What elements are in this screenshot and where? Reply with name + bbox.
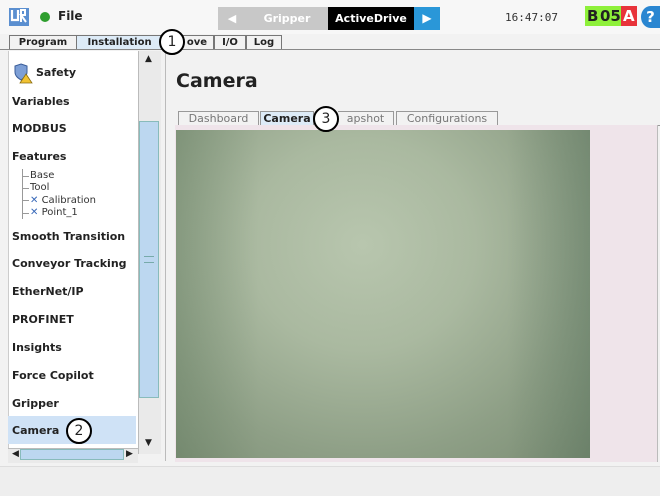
sidebar-item-modbus[interactable]: MODBUS bbox=[12, 122, 67, 135]
callout-2: 2 bbox=[66, 418, 92, 444]
subtab-dashboard[interactable]: Dashboard bbox=[178, 111, 259, 126]
tab-move[interactable]: ove bbox=[180, 35, 214, 50]
sidebar-item-safety[interactable]: Safety bbox=[36, 66, 76, 79]
feature-point-1-label: Point_1 bbox=[41, 207, 78, 218]
x-icon: ✕ bbox=[30, 195, 39, 206]
subtab-snapshot[interactable]: apshot bbox=[338, 111, 394, 126]
tab-log[interactable]: Log bbox=[246, 35, 282, 50]
tab-io[interactable]: I/O bbox=[214, 35, 246, 50]
sidebar-item-conveyor-tracking[interactable]: Conveyor Tracking bbox=[12, 257, 127, 270]
x-icon: ✕ bbox=[30, 207, 39, 218]
tree-branch bbox=[22, 200, 29, 201]
tree-branch bbox=[22, 213, 29, 214]
subtab-camera[interactable]: Camera bbox=[260, 111, 314, 126]
sidebar-item-profinet[interactable]: PROFINET bbox=[12, 313, 74, 326]
camera-feed bbox=[176, 130, 590, 458]
sidebar-item-smooth-transition[interactable]: Smooth Transition bbox=[12, 230, 125, 243]
program-gripper[interactable]: Gripper bbox=[246, 7, 328, 30]
sidebar bbox=[8, 51, 139, 454]
scroll-down-icon[interactable]: ▼ bbox=[145, 438, 152, 448]
tab-divider bbox=[0, 49, 660, 50]
page-title: Camera bbox=[176, 70, 258, 92]
clock: 16:47:07 bbox=[505, 11, 558, 24]
subtab-configurations[interactable]: Configurations bbox=[396, 111, 498, 126]
callout-1: 1 bbox=[159, 29, 185, 55]
status-badge-a[interactable]: A bbox=[621, 6, 637, 26]
next-program-button[interactable]: ▶ bbox=[414, 7, 440, 30]
bottom-bar bbox=[0, 466, 660, 496]
feature-point-1[interactable]: ✕ Point_1 bbox=[30, 207, 78, 218]
callout-3: 3 bbox=[313, 106, 339, 132]
feature-tool[interactable]: Tool bbox=[30, 182, 49, 193]
tree-branch bbox=[22, 188, 29, 189]
file-menu[interactable]: File bbox=[58, 9, 83, 23]
file-status-icon bbox=[40, 12, 50, 22]
scroll-up-icon[interactable]: ▲ bbox=[145, 54, 152, 64]
sidebar-item-force-copilot[interactable]: Force Copilot bbox=[12, 369, 94, 382]
scroll-grip-icon bbox=[144, 256, 154, 263]
scroll-right-icon[interactable]: ▶ bbox=[126, 449, 133, 459]
feature-base[interactable]: Base bbox=[30, 170, 54, 181]
tab-program[interactable]: Program bbox=[9, 35, 77, 50]
scroll-left-icon[interactable]: ◀ bbox=[12, 449, 19, 459]
shield-icon bbox=[14, 63, 33, 84]
sidebar-item-ethernet-ip[interactable]: EtherNet/IP bbox=[12, 285, 84, 298]
sidebar-item-features[interactable]: Features bbox=[12, 150, 66, 163]
sidebar-item-camera[interactable]: Camera bbox=[12, 424, 59, 437]
sidebar-item-insights[interactable]: Insights bbox=[12, 341, 62, 354]
sidebar-item-variables[interactable]: Variables bbox=[12, 95, 70, 108]
sidebar-item-gripper[interactable]: Gripper bbox=[12, 397, 59, 410]
tab-installation[interactable]: Installation bbox=[76, 35, 163, 50]
tree-branch bbox=[22, 176, 29, 177]
feature-calibration[interactable]: ✕ Calibration bbox=[30, 195, 96, 206]
help-icon[interactable]: ? bbox=[641, 6, 660, 28]
program-activedrive[interactable]: ActiveDrive bbox=[328, 7, 414, 30]
previous-program-button[interactable]: ◀ bbox=[218, 7, 246, 30]
ur-logo-icon[interactable] bbox=[8, 7, 30, 27]
feature-calibration-label: Calibration bbox=[41, 195, 96, 206]
horizontal-scroll-thumb[interactable] bbox=[20, 449, 124, 460]
status-badge-number[interactable]: 05 bbox=[599, 6, 622, 26]
panel-divider bbox=[165, 51, 166, 461]
